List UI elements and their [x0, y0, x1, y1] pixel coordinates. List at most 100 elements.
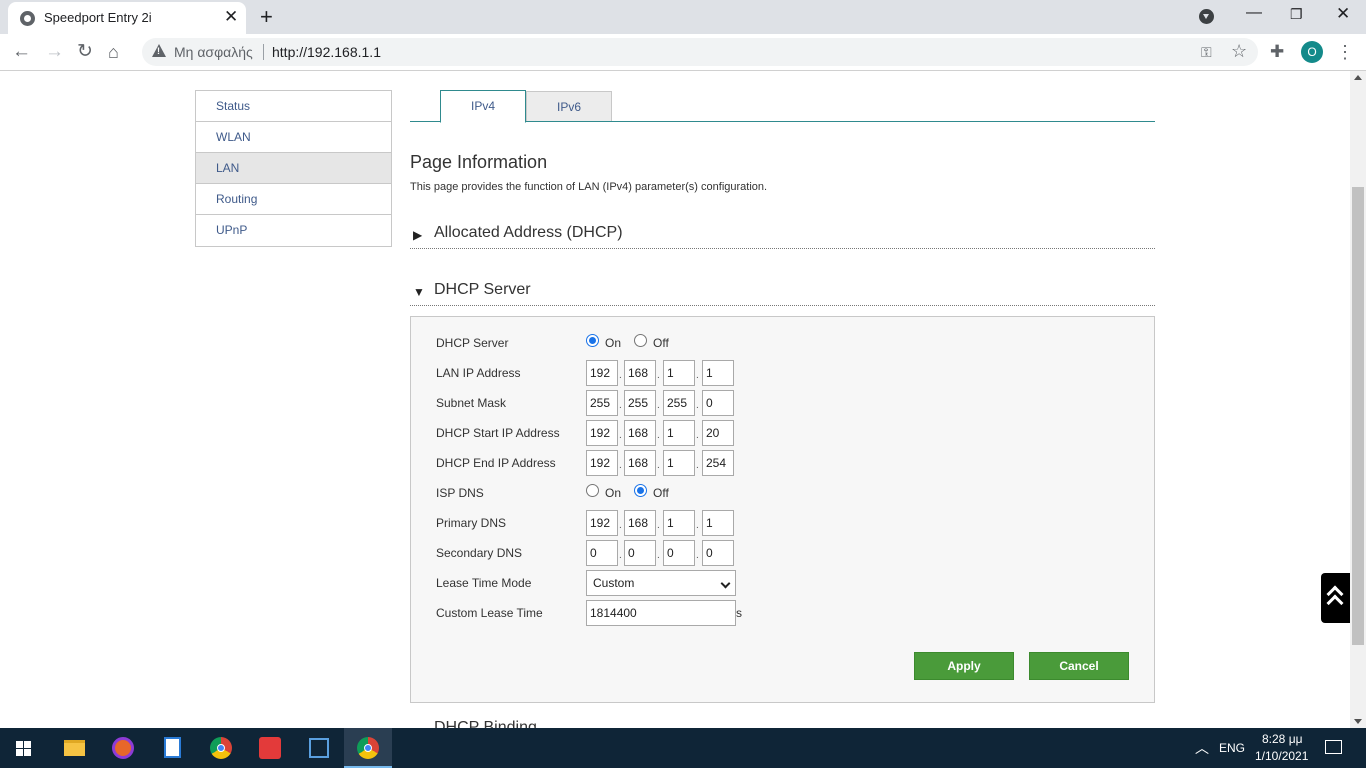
- restore-icon[interactable]: ❐: [1290, 6, 1303, 23]
- sidebar-item-routing[interactable]: Routing: [196, 184, 391, 215]
- anydesk-icon[interactable]: [246, 728, 294, 768]
- sidebar-item-status[interactable]: Status: [196, 91, 391, 122]
- dhcp-server-off-radio[interactable]: [634, 334, 647, 347]
- secondary-dns-octet-2[interactable]: 0: [624, 540, 656, 566]
- primary-dns-octet-1[interactable]: 192: [586, 510, 618, 536]
- primary-dns-octet-4[interactable]: 1: [702, 510, 734, 536]
- field-label: Custom Lease Time: [436, 606, 543, 620]
- dhcp-end-octet-1[interactable]: 192: [586, 450, 618, 476]
- secondary-dns-octet-4[interactable]: 0: [702, 540, 734, 566]
- sidebar-item-lan[interactable]: LAN: [196, 153, 391, 184]
- isp-dns-on-radio[interactable]: [586, 484, 599, 497]
- dhcp-end-octet-3[interactable]: 1: [663, 450, 695, 476]
- page-viewport: Status WLAN LAN Routing UPnP IPv4 IPv6 P…: [0, 71, 1350, 728]
- tab-ipv4[interactable]: IPv4: [440, 90, 526, 123]
- chrome-icon[interactable]: [197, 728, 245, 768]
- network-icon[interactable]: [295, 728, 343, 768]
- lan-ip-octet-3[interactable]: 1: [663, 360, 695, 386]
- scroll-to-top-button[interactable]: [1321, 573, 1350, 623]
- avatar[interactable]: O: [1301, 41, 1323, 63]
- key-icon[interactable]: ⚿: [1201, 44, 1212, 61]
- scroll-up-icon[interactable]: [1354, 75, 1362, 80]
- menu-icon[interactable]: ⋮: [1336, 40, 1354, 64]
- field-label: Lease Time Mode: [436, 576, 532, 590]
- firefox-icon[interactable]: [99, 728, 147, 768]
- tab-ipv6[interactable]: IPv6: [526, 91, 612, 121]
- subnet-octet-1[interactable]: 255: [586, 390, 618, 416]
- sidebar-item-upnp[interactable]: UPnP: [196, 215, 391, 246]
- file-explorer-icon[interactable]: [50, 728, 98, 768]
- page-scrollbar[interactable]: [1350, 71, 1366, 728]
- chevron-down-icon: [720, 578, 731, 589]
- section-dhcp-server[interactable]: ▼ DHCP Server: [410, 278, 1155, 306]
- dhcp-start-octet-4[interactable]: 20: [702, 420, 734, 446]
- dhcp-start-octet-2[interactable]: 168: [624, 420, 656, 446]
- chevron-up-icon[interactable]: ︿: [1195, 738, 1209, 768]
- unit-label: s: [736, 606, 742, 620]
- ip-tab-bar: IPv4 IPv6: [410, 90, 1155, 123]
- dhcp-start-octet-3[interactable]: 1: [663, 420, 695, 446]
- dhcp-end-octet-4[interactable]: 254: [702, 450, 734, 476]
- address-bar[interactable]: Μη ασφαλής http://192.168.1.1 ⚿ ☆: [142, 38, 1258, 66]
- star-icon[interactable]: ☆: [1231, 41, 1247, 62]
- secondary-dns-octet-1[interactable]: 0: [586, 540, 618, 566]
- browser-toolbar: ← → ↻ ⌂ Μη ασφαλής http://192.168.1.1 ⚿ …: [0, 34, 1366, 71]
- primary-dns-octet-2[interactable]: 168: [624, 510, 656, 536]
- back-icon[interactable]: ←: [12, 40, 31, 64]
- dhcp-server-on-radio[interactable]: [586, 334, 599, 347]
- section-dhcp-binding[interactable]: DHCP Binding: [434, 719, 537, 728]
- extensions-icon[interactable]: ✚: [1270, 40, 1284, 64]
- chrome-active-icon[interactable]: [344, 728, 392, 768]
- cancel-button[interactable]: Cancel: [1029, 652, 1129, 680]
- language-indicator[interactable]: ENG: [1219, 741, 1245, 768]
- select-value: Custom: [593, 576, 635, 590]
- field-label: ISP DNS: [436, 486, 484, 500]
- notification-icon[interactable]: [1325, 740, 1342, 754]
- browser-tab[interactable]: Speedport Entry 2i ✕: [8, 2, 246, 34]
- field-label: LAN IP Address: [436, 366, 521, 380]
- minimize-icon[interactable]: —: [1246, 4, 1262, 22]
- lease-mode-select[interactable]: Custom: [586, 570, 736, 596]
- start-button[interactable]: [0, 728, 48, 768]
- security-status[interactable]: Μη ασφαλής: [174, 44, 253, 60]
- close-icon[interactable]: ✕: [224, 7, 238, 27]
- reload-icon[interactable]: ↻: [77, 40, 93, 64]
- custom-lease-input[interactable]: 1814400: [586, 600, 736, 626]
- isp-dns-off-radio[interactable]: [634, 484, 647, 497]
- field-label: Subnet Mask: [436, 396, 507, 410]
- clock-date[interactable]: 1/10/2021: [1255, 749, 1308, 768]
- browser-titlebar: Speedport Entry 2i ✕ + — ❐ ✕: [0, 0, 1366, 34]
- home-icon[interactable]: ⌂: [108, 40, 119, 64]
- subnet-octet-4[interactable]: 0: [702, 390, 734, 416]
- warning-icon[interactable]: [152, 44, 166, 57]
- secondary-dns-octet-3[interactable]: 0: [663, 540, 695, 566]
- apply-button[interactable]: Apply: [914, 652, 1014, 680]
- radio-label: On: [605, 336, 622, 350]
- subnet-octet-3[interactable]: 255: [663, 390, 695, 416]
- dhcp-start-octet-1[interactable]: 192: [586, 420, 618, 446]
- page-description: This page provides the function of LAN (…: [410, 181, 768, 193]
- radio-label: Off: [653, 486, 669, 500]
- window-close-icon[interactable]: ✕: [1336, 4, 1350, 24]
- scroll-down-icon[interactable]: [1354, 719, 1362, 724]
- scroll-thumb[interactable]: [1352, 187, 1364, 645]
- lan-ip-octet-2[interactable]: 168: [624, 360, 656, 386]
- url-text[interactable]: http://192.168.1.1: [272, 44, 381, 60]
- field-label: DHCP Start IP Address: [436, 426, 560, 440]
- dhcp-end-octet-2[interactable]: 168: [624, 450, 656, 476]
- sidebar-item-wlan[interactable]: WLAN: [196, 122, 391, 153]
- forward-icon[interactable]: →: [45, 40, 64, 64]
- plus-icon[interactable]: +: [260, 4, 273, 30]
- section-title: DHCP Server: [434, 281, 531, 298]
- document-icon[interactable]: [148, 728, 196, 768]
- subnet-octet-2[interactable]: 255: [624, 390, 656, 416]
- lan-ip-octet-1[interactable]: 192: [586, 360, 618, 386]
- lan-ip-octet-4[interactable]: 1: [702, 360, 734, 386]
- triangle-down-icon: ▼: [413, 285, 425, 299]
- primary-dns-octet-3[interactable]: 1: [663, 510, 695, 536]
- field-label: DHCP Server: [436, 336, 509, 350]
- tab-search-icon[interactable]: [1199, 9, 1214, 24]
- section-allocated-address[interactable]: ▶ Allocated Address (DHCP): [410, 221, 1155, 249]
- field-label: Secondary DNS: [436, 546, 523, 560]
- globe-icon: [20, 11, 35, 26]
